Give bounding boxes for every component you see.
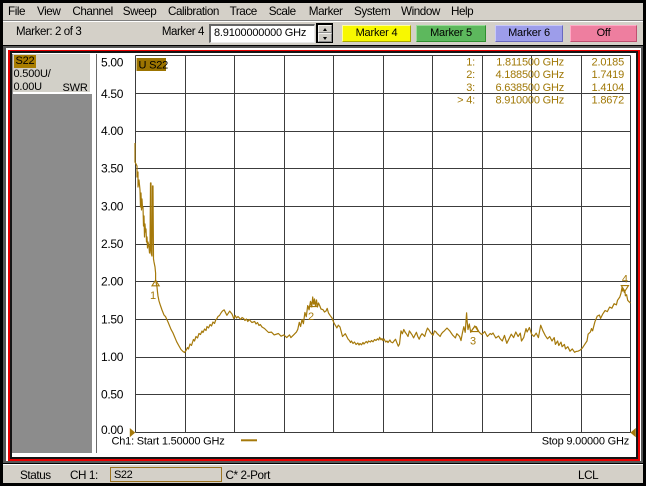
- svg-text:3.50: 3.50: [101, 162, 124, 176]
- svg-text:4: 4: [622, 274, 628, 286]
- svg-text:U S22: U S22: [139, 59, 169, 71]
- svg-text:4.188500 GHz: 4.188500 GHz: [495, 69, 564, 81]
- svg-text:3:: 3:: [466, 82, 475, 94]
- svg-text:1:: 1:: [466, 56, 475, 68]
- svg-text:2.00: 2.00: [101, 275, 124, 289]
- svg-text:3.00: 3.00: [101, 199, 124, 213]
- svg-text:Ch1: Start 1.50000 GHz: Ch1: Start 1.50000 GHz: [112, 436, 225, 448]
- svg-text:5.00: 5.00: [101, 55, 124, 69]
- svg-text:1.50: 1.50: [101, 312, 124, 326]
- svg-text:2: 2: [308, 311, 314, 323]
- svg-text:1.811500 GHz: 1.811500 GHz: [496, 56, 564, 68]
- svg-text:4.50: 4.50: [101, 87, 124, 101]
- svg-text:1.4104: 1.4104: [592, 82, 625, 94]
- svg-text:2.50: 2.50: [101, 237, 124, 251]
- svg-text:1: 1: [150, 290, 156, 302]
- svg-text:Stop 9.00000 GHz: Stop 9.00000 GHz: [542, 436, 629, 448]
- svg-text:2:: 2:: [466, 69, 475, 81]
- svg-text:4.00: 4.00: [101, 124, 124, 138]
- svg-text:8.910000 GHz: 8.910000 GHz: [495, 95, 564, 107]
- svg-text:1.7419: 1.7419: [592, 69, 625, 81]
- svg-text:1.00: 1.00: [101, 350, 124, 364]
- svg-text:6.638500 GHz: 6.638500 GHz: [495, 82, 564, 94]
- svg-text:1.8672: 1.8672: [592, 95, 625, 107]
- svg-text:0.50: 0.50: [101, 388, 124, 402]
- svg-text:2.0185: 2.0185: [592, 56, 625, 68]
- svg-text:> 4:: > 4:: [457, 95, 475, 107]
- svg-text:3: 3: [470, 336, 476, 348]
